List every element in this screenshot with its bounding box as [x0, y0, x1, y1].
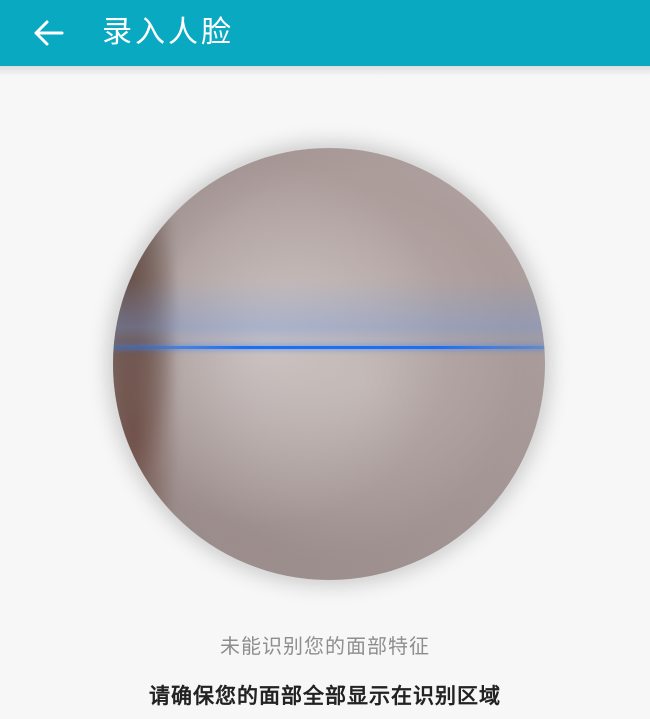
scan-glow [113, 278, 545, 348]
back-button[interactable] [28, 13, 68, 53]
instruction-text: 请确保您的面部全部显示在识别区域 [149, 684, 501, 708]
page-title: 录入人脸 [102, 15, 234, 50]
face-capture-area [113, 148, 545, 580]
scan-line [113, 346, 545, 349]
app-bar: 录入人脸 [0, 0, 650, 76]
recognition-status-text: 未能识别您的面部特征 [220, 634, 430, 658]
camera-preview [113, 148, 545, 580]
camera-preview-lighting [113, 148, 545, 580]
arrow-left-icon [34, 20, 64, 46]
